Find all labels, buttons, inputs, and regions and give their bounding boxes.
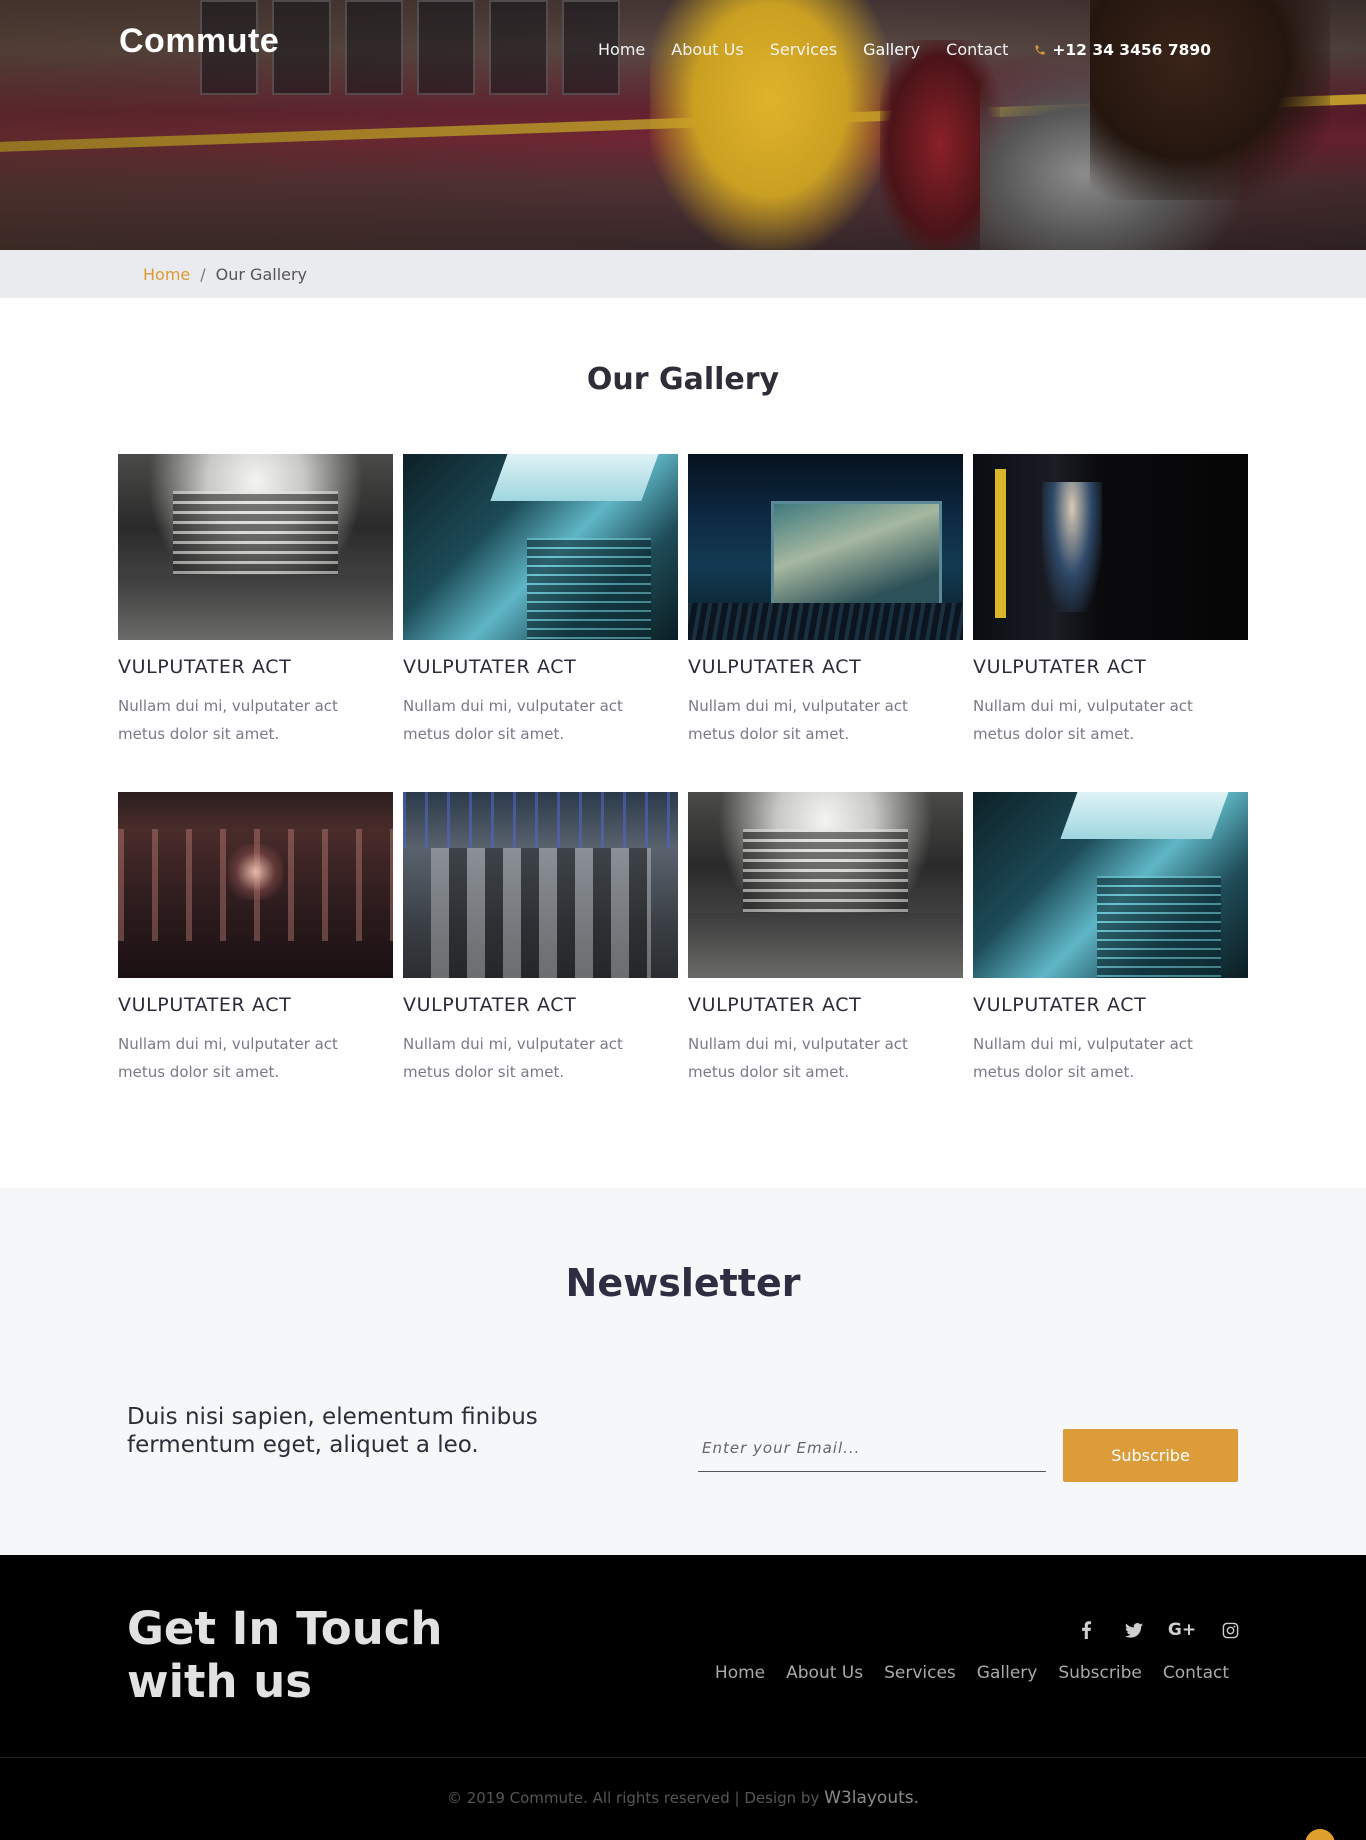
- footer-nav-contact[interactable]: Contact: [1163, 1663, 1229, 1683]
- site-logo[interactable]: Commute: [119, 22, 279, 61]
- designer-link[interactable]: W3layouts.: [824, 1788, 919, 1808]
- gallery-image-escalator[interactable]: [403, 454, 678, 640]
- gallery-grid: VULPUTATER ACT Nullam dui mi, vulputater…: [118, 454, 1248, 1130]
- copyright-text: © 2019 Commute. All rights reserved | De…: [446, 1789, 820, 1807]
- instagram-icon[interactable]: [1206, 1615, 1254, 1645]
- hero-banner: Commute Home About Us Services Gallery C…: [0, 0, 1366, 250]
- gallery-item[interactable]: VULPUTATER ACT Nullam dui mi, vulputater…: [688, 792, 963, 1130]
- footer-heading: Get In Touch with us: [127, 1602, 443, 1708]
- breadcrumb: Home / Our Gallery: [0, 250, 1366, 298]
- gallery-image-stairs[interactable]: [118, 454, 393, 640]
- email-field[interactable]: [698, 1424, 1046, 1472]
- breadcrumb-home[interactable]: Home: [143, 265, 190, 284]
- gallery-item-title: VULPUTATER ACT: [118, 994, 292, 1016]
- facebook-icon[interactable]: [1062, 1615, 1110, 1645]
- gallery-item[interactable]: VULPUTATER ACT Nullam dui mi, vulputater…: [118, 792, 393, 1130]
- main-nav: Home About Us Services Gallery Contact +…: [598, 40, 1211, 59]
- page-title: Our Gallery: [586, 362, 780, 397]
- gallery-item-text: Nullam dui mi, vulputater act metus dolo…: [688, 1035, 908, 1081]
- gallery-image-train[interactable]: [688, 454, 963, 640]
- header-phone[interactable]: +12 34 3456 7890: [1034, 41, 1211, 59]
- footer-divider: [0, 1757, 1366, 1758]
- subscribe-button[interactable]: Subscribe: [1063, 1429, 1238, 1482]
- footer-nav-services[interactable]: Services: [884, 1663, 956, 1683]
- nav-home[interactable]: Home: [598, 40, 645, 59]
- gallery-item-text: Nullam dui mi, vulputater act metus dolo…: [118, 1035, 338, 1081]
- gallery-item-title: VULPUTATER ACT: [403, 656, 577, 678]
- footer: Get In Touch with us G+ Home About Us Se…: [0, 1555, 1366, 1840]
- copyright: © 2019 Commute. All rights reserved | De…: [0, 1788, 1366, 1808]
- gallery-item-text: Nullam dui mi, vulputater act metus dolo…: [688, 697, 908, 743]
- newsletter-section: Newsletter Duis nisi sapien, elementum f…: [0, 1188, 1366, 1555]
- footer-nav-gallery[interactable]: Gallery: [977, 1663, 1038, 1683]
- gallery-item[interactable]: VULPUTATER ACT Nullam dui mi, vulputater…: [403, 792, 678, 1130]
- google-plus-icon[interactable]: G+: [1158, 1615, 1206, 1645]
- gallery-item-text: Nullam dui mi, vulputater act metus dolo…: [403, 697, 623, 743]
- hero-person-yellow-jacket: [650, 0, 890, 250]
- gallery-item-title: VULPUTATER ACT: [973, 656, 1147, 678]
- phone-number: +12 34 3456 7890: [1052, 40, 1211, 59]
- breadcrumb-separator: /: [200, 264, 206, 284]
- gallery-item[interactable]: VULPUTATER ACT Nullam dui mi, vulputater…: [973, 454, 1248, 792]
- breadcrumb-current: Our Gallery: [215, 264, 308, 284]
- nav-services[interactable]: Services: [770, 40, 837, 59]
- gallery-item-title: VULPUTATER ACT: [688, 994, 862, 1016]
- gallery-item-text: Nullam dui mi, vulputater act metus dolo…: [973, 697, 1193, 743]
- gallery-item-title: VULPUTATER ACT: [403, 994, 577, 1016]
- gallery-item-title: VULPUTATER ACT: [973, 994, 1147, 1016]
- gallery-item[interactable]: VULPUTATER ACT Nullam dui mi, vulputater…: [403, 454, 678, 792]
- footer-nav-subscribe[interactable]: Subscribe: [1058, 1663, 1142, 1683]
- twitter-icon[interactable]: [1110, 1615, 1158, 1645]
- footer-nav: Home About Us Services Gallery Subscribe…: [694, 1663, 1229, 1683]
- social-links: G+: [1062, 1615, 1254, 1645]
- footer-nav-about-us[interactable]: About Us: [786, 1663, 863, 1683]
- nav-gallery[interactable]: Gallery: [863, 40, 920, 59]
- footer-nav-home[interactable]: Home: [715, 1663, 765, 1683]
- gallery-item-text: Nullam dui mi, vulputater act metus dolo…: [403, 1035, 623, 1081]
- gallery-item-title: VULPUTATER ACT: [688, 656, 862, 678]
- gallery-item[interactable]: VULPUTATER ACT Nullam dui mi, vulputater…: [973, 792, 1248, 1130]
- newsletter-title: Newsletter: [565, 1261, 801, 1305]
- gallery-image-crowd[interactable]: [403, 792, 678, 978]
- gallery-image-train-interior[interactable]: [118, 792, 393, 978]
- nav-contact[interactable]: Contact: [946, 40, 1008, 59]
- newsletter-lead: Duis nisi sapien, elementum finibus ferm…: [127, 1404, 538, 1458]
- gallery-image-stairs[interactable]: [688, 792, 963, 978]
- gallery-image-escalator[interactable]: [973, 792, 1248, 978]
- hero-person-hair: [1090, 0, 1330, 200]
- gallery-item-text: Nullam dui mi, vulputater act metus dolo…: [973, 1035, 1193, 1081]
- nav-about-us[interactable]: About Us: [671, 40, 743, 59]
- gallery-item-text: Nullam dui mi, vulputater act metus dolo…: [118, 697, 338, 743]
- gallery-image-bus-passenger[interactable]: [973, 454, 1248, 640]
- gallery-item-title: VULPUTATER ACT: [118, 656, 292, 678]
- phone-icon: [1035, 45, 1045, 54]
- gallery-item[interactable]: VULPUTATER ACT Nullam dui mi, vulputater…: [688, 454, 963, 792]
- gallery-item[interactable]: VULPUTATER ACT Nullam dui mi, vulputater…: [118, 454, 393, 792]
